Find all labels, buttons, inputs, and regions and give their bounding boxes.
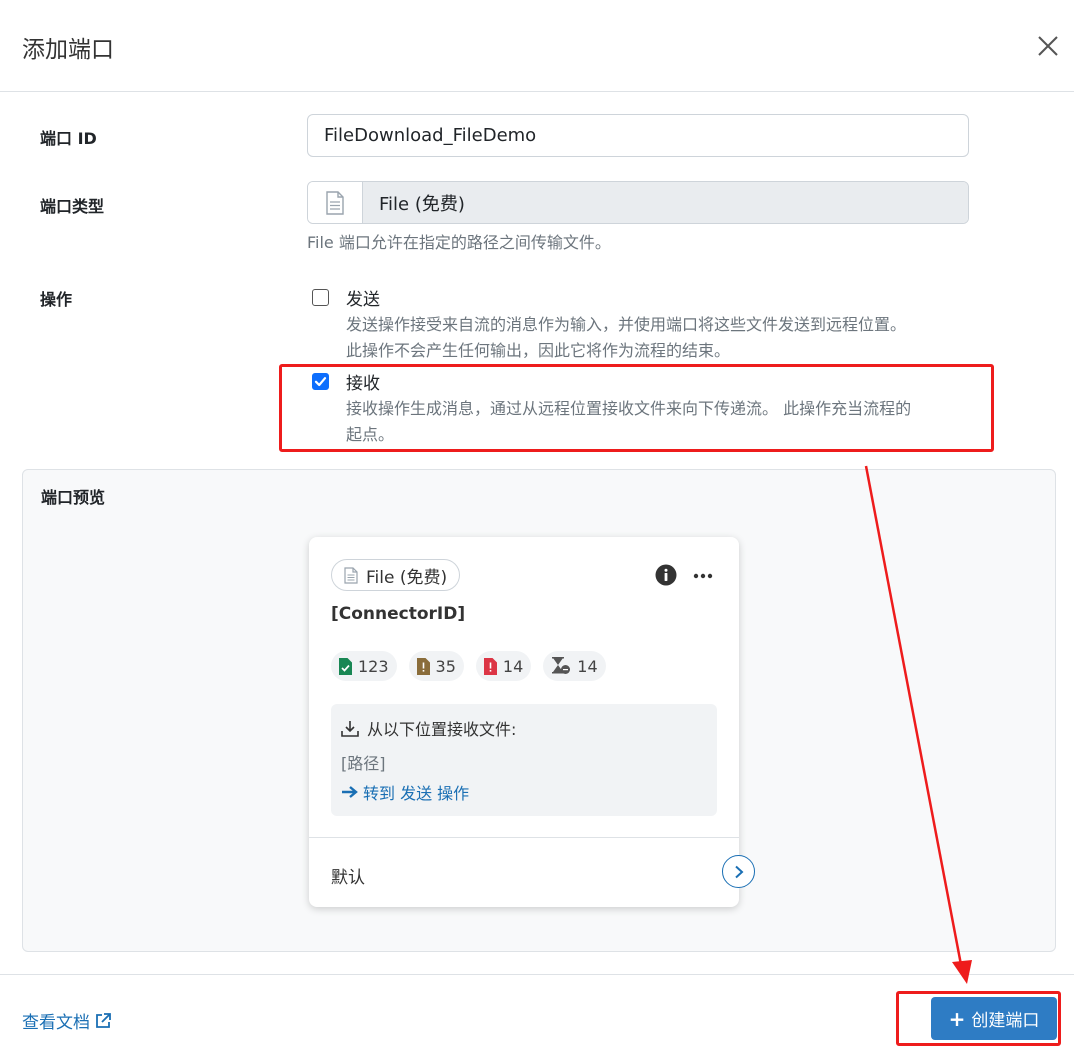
file-icon — [326, 190, 344, 215]
card-connector-id: [ConnectorID] — [331, 604, 466, 624]
connector-type-value: File (免费) — [363, 182, 968, 223]
send-label[interactable]: 发送 — [346, 285, 380, 310]
connector-id-label: 端口 ID — [40, 129, 97, 148]
stat-success-count: 123 — [358, 656, 389, 676]
stat-queued: 14 — [543, 651, 606, 681]
connector-card: File (免费) [ConnectorID] 123 35 14 14 从以下… — [309, 537, 755, 907]
stat-queued-count: 14 — [577, 656, 598, 676]
receive-path: [路径] — [341, 754, 386, 773]
view-docs-link-text[interactable]: 查看文档 — [22, 1008, 90, 1033]
receive-heading: 从以下位置接收文件: — [341, 716, 516, 740]
file-check-icon — [339, 657, 352, 675]
file-pending-icon — [416, 657, 430, 675]
download-icon — [341, 720, 359, 737]
route-next-button[interactable] — [722, 855, 755, 888]
receive-heading-text: 从以下位置接收文件: — [367, 720, 517, 739]
close-button[interactable] — [1030, 28, 1066, 64]
receive-highlight-annotation — [279, 364, 994, 452]
goto-send-link-text[interactable]: 转到 发送 操作 — [363, 780, 469, 804]
stat-success: 123 — [331, 651, 397, 681]
add-connector-dialog: 添加端口 端口 ID 端口类型 File (免费) File 端口允许在指定的路… — [0, 0, 1074, 1060]
goto-send-link[interactable]: 转到 发送 操作 — [341, 780, 469, 804]
card-stats: 123 35 14 14 — [331, 651, 606, 681]
receive-info-box: 从以下位置接收文件: [路径] 转到 发送 操作 — [331, 704, 717, 816]
card-divider — [309, 837, 739, 838]
create-button-highlight-annotation — [896, 991, 1061, 1046]
chevron-right-icon — [734, 865, 743, 878]
send-checkbox[interactable] — [312, 289, 329, 306]
stat-pending: 35 — [408, 651, 464, 681]
connector-type-field: File (免费) — [307, 181, 969, 224]
view-docs-link[interactable]: 查看文档 — [22, 1008, 112, 1033]
stat-pending-count: 35 — [435, 656, 456, 676]
file-error-icon — [483, 657, 497, 675]
info-icon[interactable] — [655, 564, 677, 586]
connector-type-badge: File (免费) — [331, 559, 461, 591]
dialog-title: 添加端口 — [22, 37, 114, 63]
connector-id-input[interactable] — [307, 114, 969, 157]
external-link-icon — [96, 1012, 111, 1028]
route-label: 默认 — [331, 868, 365, 888]
type-icon-box — [308, 182, 363, 223]
close-icon — [1038, 36, 1058, 56]
connector-preview-panel: 端口预览 File (免费) [ConnectorID] 123 35 14 1… — [22, 469, 1056, 952]
operations-label: 操作 — [40, 290, 73, 309]
hourglass-icon — [552, 657, 571, 674]
stat-error: 14 — [475, 651, 532, 681]
connector-type-label: 端口类型 — [40, 197, 105, 216]
dialog-header: 添加端口 — [0, 0, 1074, 92]
more-options-icon[interactable] — [692, 565, 714, 587]
send-description-line1: 发送操作接受来自流的消息作为输入，并使用端口将这些文件发送到远程位置。 — [346, 315, 907, 334]
connector-type-help: File 端口允许在指定的路径之间传输文件。 — [307, 233, 611, 252]
badge-label: File (免费) — [366, 567, 448, 588]
footer-divider — [0, 974, 1074, 975]
stat-error-count: 14 — [502, 656, 524, 676]
send-description-line2: 此操作不会产生任何输出，因此它将作为流程的结束。 — [346, 341, 731, 360]
file-icon — [344, 566, 358, 584]
preview-title: 端口预览 — [41, 488, 106, 507]
arrow-right-icon — [342, 786, 358, 798]
